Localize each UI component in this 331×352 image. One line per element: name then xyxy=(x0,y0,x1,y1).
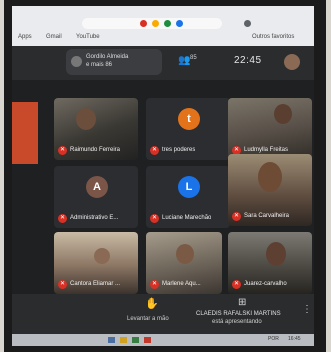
self-avatar[interactable] xyxy=(284,54,300,70)
participant-video xyxy=(76,108,96,130)
mic-off-icon: ✕ xyxy=(58,146,67,155)
participant-video xyxy=(274,104,292,124)
mic-off-icon: ✕ xyxy=(58,214,67,223)
mic-off-icon: ✕ xyxy=(232,212,241,221)
profile-icon[interactable] xyxy=(244,20,251,27)
participant-name: Cantora Eliamar ... xyxy=(70,281,121,287)
meeting-time: 22:45 xyxy=(234,55,262,66)
screen: Apps Gmail YouTube Outros favoritos Gord… xyxy=(12,6,314,346)
app-icon[interactable] xyxy=(144,337,151,343)
participant-name: Sara Carvalheira xyxy=(244,213,290,219)
participant-tile[interactable]: ✕ Sara Carvalheira xyxy=(228,154,312,226)
mic-off-icon: ✕ xyxy=(150,280,159,289)
extension-icon[interactable] xyxy=(140,20,147,27)
participant-name: Raimundo Ferreira xyxy=(70,147,121,153)
participant-name: Juarez-carvalho xyxy=(244,281,287,287)
raise-hand-icon[interactable]: ✋ xyxy=(145,297,159,310)
participant-video xyxy=(94,248,110,264)
participant-tile[interactable]: ✕ Raimundo Ferreira xyxy=(54,98,138,160)
bookmark-youtube[interactable]: YouTube xyxy=(76,34,100,40)
presenter-status: está apresentando xyxy=(212,319,262,325)
mic-off-icon: ✕ xyxy=(58,280,67,289)
participant-name: Administrativo E... xyxy=(70,215,119,221)
mic-off-icon: ✕ xyxy=(150,214,159,223)
people-icon[interactable]: 👥 xyxy=(178,55,190,66)
participant-tile[interactable]: L ✕ Luciane Marechão xyxy=(146,166,230,228)
language-indicator[interactable]: POR xyxy=(268,336,279,342)
browser-toolbar: Apps Gmail YouTube Outros favoritos xyxy=(12,6,314,46)
extension-icon[interactable] xyxy=(176,20,183,27)
presenting-icon[interactable]: ⊞ xyxy=(238,297,246,308)
others-count: e mais 86 xyxy=(86,62,113,68)
participant-initial: A xyxy=(86,176,108,198)
participant-tile[interactable]: t ✕ tres poderes xyxy=(146,98,230,160)
more-options-icon[interactable]: ⋮ xyxy=(302,304,312,315)
participant-name: Luciane Marechão xyxy=(162,215,212,221)
participant-name: Marlene Aqu... xyxy=(162,281,201,287)
extension-icon[interactable] xyxy=(152,20,159,27)
pinned-participant-chip[interactable]: Gordilo Almeida e mais 86 xyxy=(66,49,162,75)
chrome-icon[interactable] xyxy=(132,337,139,343)
bookmark-gmail[interactable]: Gmail xyxy=(46,34,62,40)
extension-icon[interactable] xyxy=(164,20,171,27)
os-taskbar: POR 16:45 xyxy=(12,334,314,346)
participant-video xyxy=(176,244,194,264)
participant-video xyxy=(266,242,286,266)
participant-tile[interactable]: ✕ Juarez-carvalho xyxy=(228,232,312,294)
meet-controls: ✋ Levantar a mão ⊞ CLAEDIS RAFALSKI MART… xyxy=(12,294,314,334)
participant-count: 85 xyxy=(190,55,197,61)
bookmark-apps[interactable]: Apps xyxy=(18,34,32,40)
participant-grid: ✕ Raimundo Ferreira t ✕ tres poderes ✕ L… xyxy=(12,82,314,294)
host-name: Gordilo Almeida xyxy=(86,54,129,60)
system-clock: 16:45 xyxy=(288,336,301,342)
file-explorer-icon[interactable] xyxy=(120,337,127,343)
mic-off-icon: ✕ xyxy=(150,146,159,155)
meet-topbar: Gordilo Almeida e mais 86 👥 85 22:45 xyxy=(12,46,314,80)
bookmark-other[interactable]: Outros favoritos xyxy=(252,34,294,40)
raise-hand-label[interactable]: Levantar a mão xyxy=(127,316,169,322)
participant-tile[interactable]: A ✕ Administrativo E... xyxy=(54,166,138,228)
participant-initial: L xyxy=(178,176,200,198)
mic-off-icon: ✕ xyxy=(232,280,241,289)
participant-tile[interactable]: ✕ Cantora Eliamar ... xyxy=(54,232,138,294)
participant-initial: t xyxy=(178,108,200,130)
side-panel-strip xyxy=(12,102,38,164)
windows-start-icon[interactable] xyxy=(108,337,115,343)
avatar xyxy=(71,56,82,67)
participant-tile[interactable]: ✕ Ludmylla Freitas xyxy=(228,98,312,160)
participant-name: tres poderes xyxy=(162,147,196,153)
participant-video xyxy=(258,162,282,192)
presenter-name: CLAEDIS RAFALSKI MARTINS xyxy=(196,311,281,317)
participant-tile[interactable]: ✕ Marlene Aqu... xyxy=(146,232,222,294)
